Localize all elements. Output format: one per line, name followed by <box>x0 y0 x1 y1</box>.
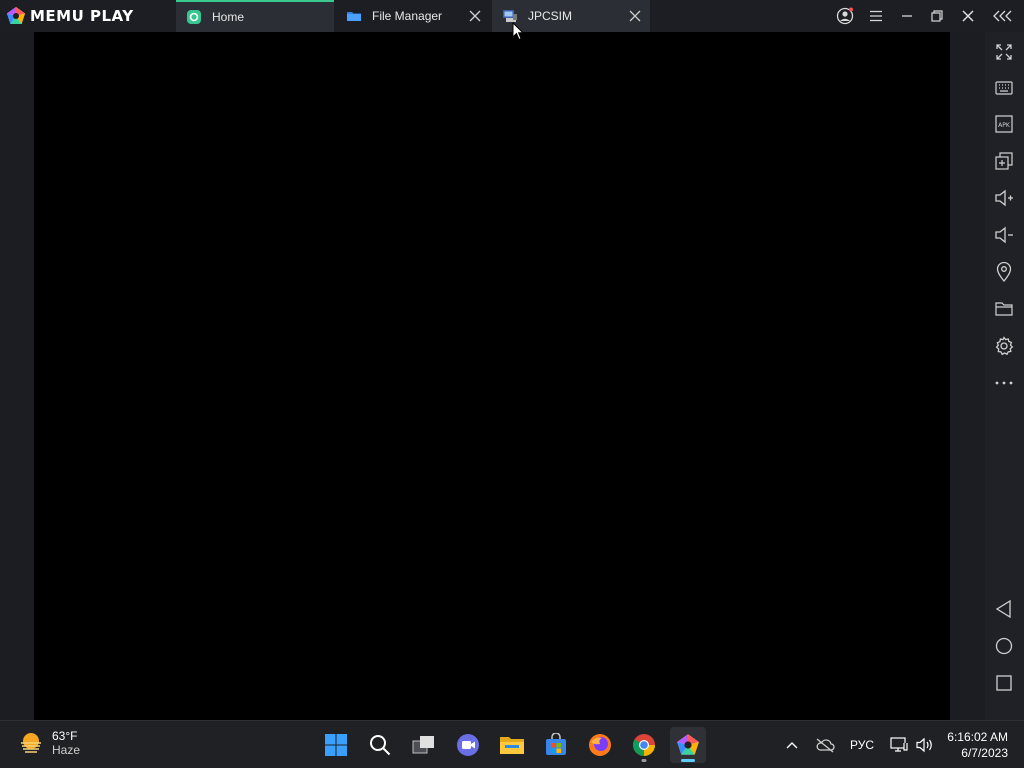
start-button[interactable] <box>318 727 354 763</box>
network-button[interactable] <box>888 733 910 757</box>
memu-home-icon <box>186 9 202 25</box>
language-indicator[interactable]: РУС <box>846 733 878 757</box>
windows-taskbar: 63°F Haze РУС 6:16:02 AM 6/7/2023 <box>0 720 1024 768</box>
onedrive-offline-icon <box>816 738 835 753</box>
chrome-button[interactable] <box>626 727 662 763</box>
volume-down-icon[interactable] <box>992 223 1016 247</box>
task-view-button[interactable] <box>406 727 442 763</box>
mouse-cursor-icon <box>512 21 525 45</box>
search-button[interactable] <box>362 727 398 763</box>
close-icon[interactable] <box>628 9 642 23</box>
memu-icon <box>677 734 699 755</box>
back-icon[interactable] <box>992 597 1016 621</box>
search-icon <box>370 735 391 756</box>
minimize-icon[interactable] <box>896 6 918 26</box>
tab-label: JPCSIM <box>528 9 573 23</box>
right-frame <box>950 32 985 720</box>
emulator-toolbar: APK <box>985 32 1024 720</box>
firefox-icon <box>589 734 611 756</box>
file-explorer-icon <box>500 737 524 754</box>
network-icon <box>890 737 908 752</box>
apk-install-icon[interactable]: APK <box>992 112 1016 136</box>
onedrive-button[interactable] <box>814 733 836 757</box>
task-view-icon <box>412 736 434 754</box>
location-icon[interactable] <box>992 260 1016 284</box>
speaker-icon <box>916 737 932 753</box>
memu-taskbar-button[interactable] <box>670 727 706 763</box>
tab-file-manager[interactable]: File Manager <box>336 0 490 32</box>
close-icon[interactable] <box>468 9 482 23</box>
chat-button[interactable] <box>450 727 486 763</box>
system-clock[interactable]: 6:16:02 AM 6/7/2023 <box>947 729 1008 761</box>
show-hidden-icons-button[interactable] <box>782 733 802 757</box>
weather-widget[interactable]: 63°F Haze <box>18 729 80 757</box>
settings-icon[interactable] <box>992 334 1016 358</box>
more-icon[interactable] <box>992 371 1016 395</box>
collapse-sidebar-icon[interactable] <box>992 6 1014 26</box>
memu-logo: MEMU PLAY <box>6 6 134 26</box>
memu-logo-icon <box>7 7 25 24</box>
multi-instance-icon[interactable] <box>992 149 1016 173</box>
brand-name: MEMU PLAY <box>30 7 134 25</box>
windows-start-icon <box>325 734 347 756</box>
store-icon <box>546 733 566 755</box>
restore-icon[interactable] <box>926 6 948 26</box>
weather-temp: 63°F <box>52 729 78 743</box>
clock-date: 6/7/2023 <box>961 746 1008 760</box>
svg-text:APK: APK <box>998 122 1011 129</box>
tab-home[interactable]: Home <box>176 0 334 32</box>
chevron-up-icon <box>786 742 798 749</box>
active-indicator <box>681 759 695 762</box>
store-button[interactable] <box>538 727 574 763</box>
fullscreen-icon[interactable] <box>992 40 1016 64</box>
file-explorer-button[interactable] <box>494 727 530 763</box>
folder-icon <box>346 8 362 24</box>
folder-icon[interactable] <box>992 297 1016 321</box>
tab-label: Home <box>212 10 245 24</box>
haze-weather-icon <box>21 733 41 753</box>
meet-icon <box>457 734 479 756</box>
left-frame <box>0 32 34 720</box>
tab-label: File Manager <box>372 9 443 23</box>
emulator-screen[interactable] <box>34 32 950 720</box>
menu-icon[interactable] <box>865 6 887 26</box>
recents-icon[interactable] <box>992 671 1016 695</box>
weather-condition: Haze <box>52 743 81 757</box>
language-label: РУС <box>849 738 875 752</box>
home-icon[interactable] <box>992 634 1016 658</box>
running-indicator <box>641 759 647 762</box>
volume-button[interactable] <box>914 733 936 757</box>
firefox-button[interactable] <box>582 727 618 763</box>
clock-time: 6:16:02 AM <box>947 730 1008 744</box>
chrome-icon <box>633 734 655 756</box>
volume-up-icon[interactable] <box>992 186 1016 210</box>
keyboard-icon[interactable] <box>992 76 1016 100</box>
close-window-icon[interactable] <box>957 6 979 26</box>
account-icon[interactable] <box>834 6 856 26</box>
